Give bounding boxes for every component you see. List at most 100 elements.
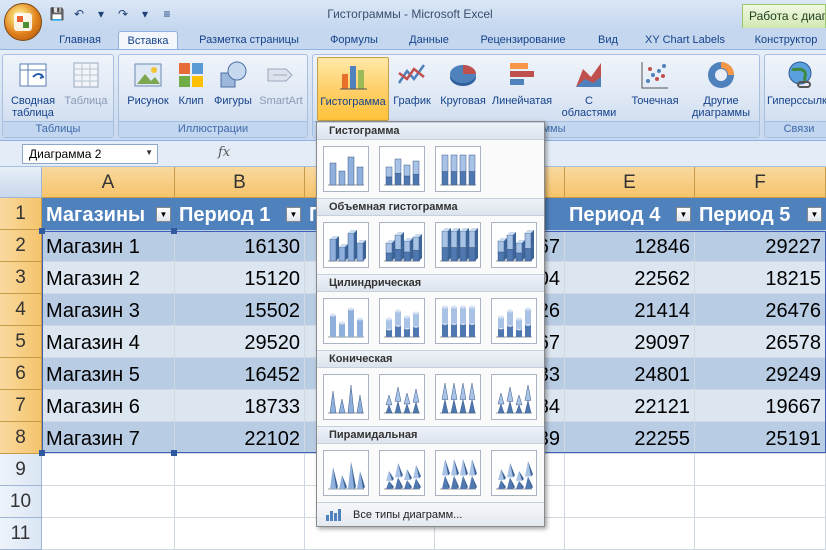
- chart-type-cyl-3d-thumbnail[interactable]: [491, 298, 537, 344]
- row-header-7[interactable]: 7: [0, 390, 42, 422]
- row-header-10[interactable]: 10: [0, 486, 42, 518]
- table-cell[interactable]: Магазин 3: [42, 294, 175, 326]
- column-header-a[interactable]: A: [42, 167, 175, 198]
- empty-cell[interactable]: [175, 518, 305, 550]
- row-header-4[interactable]: 4: [0, 294, 42, 326]
- chart-type-2d-percent-stacked-thumbnail[interactable]: [435, 146, 481, 192]
- row-header-1[interactable]: 1: [0, 198, 42, 230]
- chart-type-pyr-percent-stacked-thumbnail[interactable]: [435, 450, 481, 496]
- column-header-f[interactable]: F: [695, 167, 826, 198]
- table-cell[interactable]: 26476: [695, 294, 826, 326]
- tab-review[interactable]: Рецензирование: [472, 31, 574, 50]
- table-cell[interactable]: 29097: [565, 326, 695, 358]
- area-chart-button[interactable]: С областями: [557, 57, 621, 119]
- table-cell[interactable]: 24801: [565, 358, 695, 390]
- other-charts-button[interactable]: Другие диаграммы: [687, 57, 755, 119]
- chart-type-2d-clustered-thumbnail[interactable]: [323, 146, 369, 192]
- tab-formulas[interactable]: Формулы: [322, 31, 386, 50]
- table-cell[interactable]: Магазин 2: [42, 262, 175, 294]
- chart-type-cone-stacked-thumbnail[interactable]: [379, 374, 425, 420]
- empty-cell[interactable]: [695, 486, 826, 518]
- empty-cell[interactable]: [695, 518, 826, 550]
- tab-xy-chart-labels[interactable]: XY Chart Labels: [640, 31, 730, 50]
- empty-cell[interactable]: [175, 454, 305, 486]
- chart-type-cyl-stacked-thumbnail[interactable]: [379, 298, 425, 344]
- empty-cell[interactable]: [565, 454, 695, 486]
- smartart-button[interactable]: SmartArt: [257, 57, 305, 107]
- hyperlink-button[interactable]: Гиперссылка: [767, 57, 826, 107]
- row-header-5[interactable]: 5: [0, 326, 42, 358]
- empty-cell[interactable]: [565, 518, 695, 550]
- tab-chart-design[interactable]: Конструктор: [746, 31, 826, 50]
- filter-dropdown-icon[interactable]: ▼: [156, 207, 171, 222]
- scatter-chart-button[interactable]: Точечная: [623, 57, 687, 107]
- empty-cell[interactable]: [42, 486, 175, 518]
- row-header-11[interactable]: 11: [0, 518, 42, 550]
- table-cell[interactable]: 29520: [175, 326, 305, 358]
- table-cell[interactable]: Магазин 5: [42, 358, 175, 390]
- table-header-cell[interactable]: Период 4 ▼: [565, 198, 695, 230]
- table-cell[interactable]: Магазин 7: [42, 422, 175, 454]
- chart-type-3d-percent-stacked-thumbnail[interactable]: [435, 222, 481, 268]
- all-chart-types-button[interactable]: Все типы диаграмм...: [317, 502, 544, 526]
- tab-page-layout[interactable]: Разметка страницы: [192, 31, 306, 50]
- table-cell[interactable]: 16130: [175, 230, 305, 262]
- pie-chart-button[interactable]: Круговая: [435, 57, 491, 107]
- chart-type-cone-percent-stacked-thumbnail[interactable]: [435, 374, 481, 420]
- column-header-e[interactable]: E: [565, 167, 695, 198]
- table-cell[interactable]: 26578: [695, 326, 826, 358]
- chart-type-3d-3d-thumbnail[interactable]: [491, 222, 537, 268]
- tab-view[interactable]: Вид: [588, 31, 628, 50]
- chart-type-cone-clustered-thumbnail[interactable]: [323, 374, 369, 420]
- table-cell[interactable]: 29249: [695, 358, 826, 390]
- table-cell[interactable]: 22255: [565, 422, 695, 454]
- table-cell[interactable]: Магазин 6: [42, 390, 175, 422]
- row-header-8[interactable]: 8: [0, 422, 42, 454]
- chart-type-cyl-clustered-thumbnail[interactable]: [323, 298, 369, 344]
- chart-type-3d-clustered-thumbnail[interactable]: [323, 222, 369, 268]
- table-cell[interactable]: 19667: [695, 390, 826, 422]
- select-all-corner[interactable]: [0, 167, 42, 198]
- table-cell[interactable]: 29227: [695, 230, 826, 262]
- table-cell[interactable]: 18733: [175, 390, 305, 422]
- table-cell[interactable]: 15502: [175, 294, 305, 326]
- row-header-2[interactable]: 2: [0, 230, 42, 262]
- table-button[interactable]: Таблица: [63, 57, 109, 107]
- picture-button[interactable]: Рисунок: [123, 57, 173, 107]
- table-cell[interactable]: 25191: [695, 422, 826, 454]
- table-header-cell[interactable]: Период 1 ▼: [175, 198, 305, 230]
- redo-icon[interactable]: ↷: [114, 5, 132, 23]
- chart-type-pyr-3d-thumbnail[interactable]: [491, 450, 537, 496]
- bar-chart-button[interactable]: Линейчатая: [491, 57, 553, 107]
- tab-data[interactable]: Данные: [400, 31, 458, 50]
- chart-type-cyl-percent-stacked-thumbnail[interactable]: [435, 298, 481, 344]
- row-header-6[interactable]: 6: [0, 358, 42, 390]
- tab-home[interactable]: Главная: [52, 31, 108, 50]
- column-header-b[interactable]: B: [175, 167, 305, 198]
- chart-type-pyr-stacked-thumbnail[interactable]: [379, 450, 425, 496]
- table-cell[interactable]: 16452: [175, 358, 305, 390]
- clip-art-button[interactable]: Клип: [173, 57, 209, 107]
- filter-dropdown-icon[interactable]: ▼: [676, 207, 691, 222]
- table-cell[interactable]: 22121: [565, 390, 695, 422]
- table-cell[interactable]: 12846: [565, 230, 695, 262]
- table-cell[interactable]: Магазин 1: [42, 230, 175, 262]
- table-cell[interactable]: 22102: [175, 422, 305, 454]
- table-cell[interactable]: 22562: [565, 262, 695, 294]
- pivot-table-button[interactable]: Сводная таблица: [7, 57, 59, 119]
- empty-cell[interactable]: [42, 518, 175, 550]
- office-button[interactable]: [4, 3, 42, 41]
- empty-cell[interactable]: [42, 454, 175, 486]
- undo-dropdown-icon[interactable]: ▾: [92, 5, 110, 23]
- customize-qat-icon[interactable]: ≡: [158, 5, 176, 23]
- table-cell[interactable]: Магазин 4: [42, 326, 175, 358]
- row-header-3[interactable]: 3: [0, 262, 42, 294]
- empty-cell[interactable]: [695, 454, 826, 486]
- column-chart-button[interactable]: Гистограмма: [317, 57, 389, 121]
- row-header-9[interactable]: 9: [0, 454, 42, 486]
- table-cell[interactable]: 15120: [175, 262, 305, 294]
- chart-type-pyr-clustered-thumbnail[interactable]: [323, 450, 369, 496]
- save-icon[interactable]: 💾: [48, 5, 66, 23]
- empty-cell[interactable]: [175, 486, 305, 518]
- undo-icon[interactable]: ↶: [70, 5, 88, 23]
